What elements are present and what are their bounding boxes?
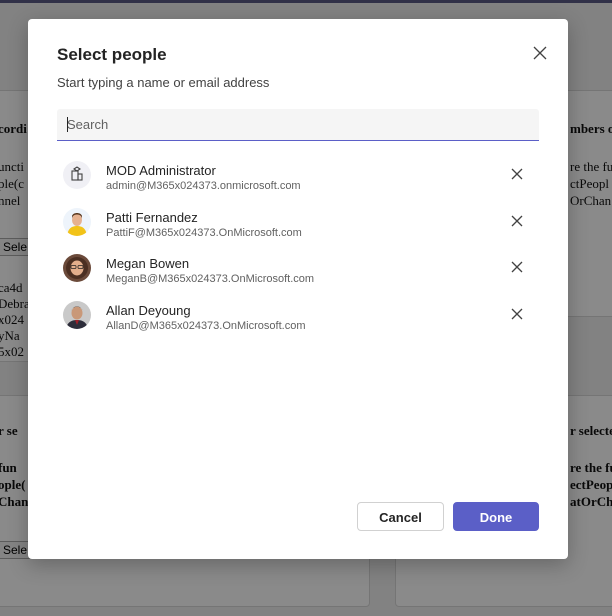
remove-person-button[interactable] <box>509 259 525 275</box>
close-button[interactable] <box>530 43 550 63</box>
person-item: Patti Fernandez PattiF@M365x024373.OnMic… <box>57 202 539 249</box>
search-box[interactable] <box>57 109 539 141</box>
person-name: Patti Fernandez <box>106 209 198 225</box>
person-item: Allan Deyoung AllanD@M365x024373.OnMicro… <box>57 295 539 342</box>
close-icon <box>511 215 523 226</box>
close-icon <box>533 46 547 60</box>
person-photo-icon <box>63 207 91 236</box>
avatar <box>63 300 91 329</box>
select-people-dialog: Select people Start typing a name or ema… <box>28 19 568 559</box>
remove-person-button[interactable] <box>509 306 525 322</box>
cancel-button[interactable]: Cancel <box>357 502 444 531</box>
search-input[interactable] <box>57 109 539 140</box>
close-icon <box>511 261 523 273</box>
person-item: MOD Administrator admin@M365x024373.onmi… <box>57 155 539 202</box>
person-photo-icon <box>63 254 91 282</box>
person-email: AllanD@M365x024373.OnMicrosoft.com <box>106 319 306 332</box>
person-name: MOD Administrator <box>106 163 216 178</box>
person-item: Megan Bowen MeganB@M365x024373.OnMicroso… <box>57 248 539 295</box>
avatar <box>63 207 91 236</box>
selected-people-list: MOD Administrator admin@M365x024373.onmi… <box>57 155 539 341</box>
org-icon <box>71 166 83 181</box>
avatar <box>63 161 91 189</box>
dialog-subtitle: Start typing a name or email address <box>57 75 270 90</box>
dialog-title: Select people <box>57 45 167 64</box>
text-caret <box>67 117 68 132</box>
close-icon <box>511 308 523 319</box>
person-email: admin@M365x024373.onmicrosoft.com <box>106 180 301 192</box>
person-name: Allan Deyoung <box>106 302 191 318</box>
avatar <box>63 254 91 282</box>
remove-person-button[interactable] <box>509 213 525 229</box>
person-name: Megan Bowen <box>106 256 190 271</box>
person-email: PattiF@M365x024373.OnMicrosoft.com <box>106 226 302 239</box>
done-button[interactable]: Done <box>453 502 539 531</box>
close-icon <box>511 168 523 180</box>
person-email: MeganB@M365x024373.OnMicrosoft.com <box>106 273 315 285</box>
remove-person-button[interactable] <box>509 166 525 182</box>
person-photo-icon <box>63 300 91 329</box>
